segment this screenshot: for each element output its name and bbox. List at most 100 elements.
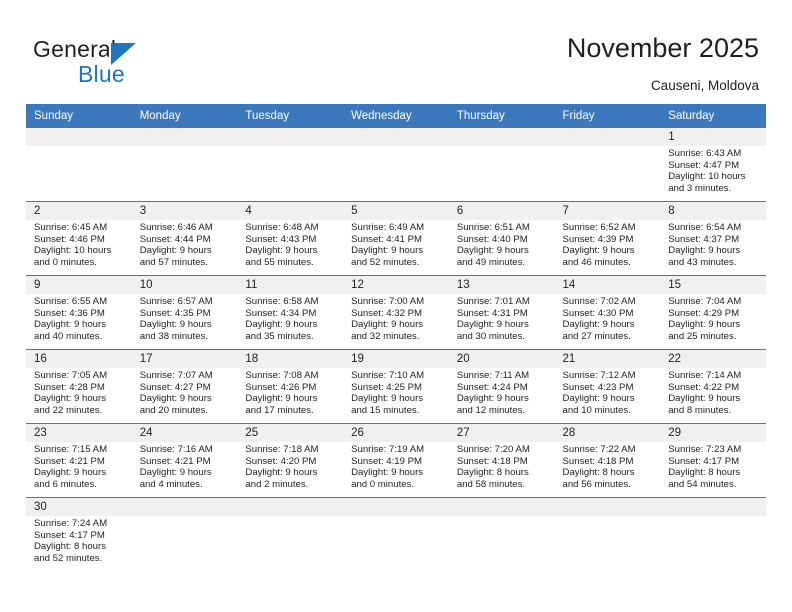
- day-box: 15 Sunrise: 7:04 AM Sunset: 4:29 PM Dayligh…: [660, 276, 766, 349]
- sunrise-text: Sunrise: 7:08 AM: [245, 370, 319, 381]
- day-sun-info: Sunrise: 6:55 AM Sunset: 4:36 PM Daylight:…: [26, 294, 132, 342]
- calendar-cell-day[interactable]: 10 Sunrise: 6:57 AM Sunset: 4:35 PM Dayligh…: [131, 275, 238, 350]
- calendar-cell-day[interactable]: 6 Sunrise: 6:51 AM Sunset: 4:40 PM Daylight…: [448, 201, 555, 276]
- weekday-header-saturday: Saturday: [660, 104, 766, 128]
- sunrise-text: Sunrise: 6:58 AM: [245, 296, 319, 307]
- calendar-cell-day[interactable]: 20 Sunrise: 7:11 AM Sunset: 4:24 PM Dayligh…: [448, 349, 555, 424]
- calendar-cell-empty: [237, 497, 344, 571]
- day-sun-info: Sunrise: 7:00 AM Sunset: 4:32 PM Daylight:…: [343, 294, 449, 342]
- sunset-text: Sunset: 4:30 PM: [562, 307, 634, 319]
- calendar-cell-day[interactable]: 23 Sunrise: 7:15 AM Sunset: 4:21 PM Dayligh…: [26, 423, 132, 498]
- sunrise-text: Sunrise: 7:02 AM: [562, 296, 636, 307]
- calendar-cell-day[interactable]: 25 Sunrise: 7:18 AM Sunset: 4:20 PM Dayligh…: [237, 423, 344, 498]
- day-box: 7 Sunrise: 6:52 AM Sunset: 4:39 PM Daylight…: [554, 202, 661, 275]
- day-sun-info: Sunrise: 6:46 AM Sunset: 4:44 PM Daylight:…: [132, 220, 238, 268]
- calendar-cell-day[interactable]: 29 Sunrise: 7:23 AM Sunset: 4:17 PM Dayligh…: [660, 423, 766, 498]
- day-sun-info: Sunrise: 7:15 AM Sunset: 4:21 PM Daylight:…: [26, 442, 132, 490]
- day-number: 7: [554, 202, 661, 220]
- daylight-text-line1: Daylight: 9 hours: [245, 393, 318, 405]
- calendar-week-row: 30 Sunrise: 7:24 AM Sunset: 4:17 PM Dayligh…: [26, 497, 766, 571]
- day-box-empty: [343, 128, 449, 201]
- calendar-cell-day[interactable]: 5 Sunrise: 6:49 AM Sunset: 4:41 PM Daylight…: [343, 201, 449, 276]
- day-number: 17: [131, 350, 238, 368]
- day-number: 24: [131, 424, 238, 442]
- sunrise-text: Sunrise: 7:12 AM: [562, 370, 636, 381]
- day-number: 22: [660, 350, 766, 368]
- day-number: 21: [554, 350, 661, 368]
- calendar-cell-day[interactable]: 11 Sunrise: 6:58 AM Sunset: 4:34 PM Dayligh…: [237, 275, 344, 350]
- calendar-cell-day[interactable]: 16 Sunrise: 7:05 AM Sunset: 4:28 PM Dayligh…: [26, 349, 132, 424]
- daylight-text-line1: Daylight: 9 hours: [245, 467, 318, 479]
- calendar-cell-empty: [131, 128, 238, 202]
- calendar-cell-day[interactable]: 12 Sunrise: 7:00 AM Sunset: 4:32 PM Dayligh…: [343, 275, 449, 350]
- day-number: 13: [448, 276, 555, 294]
- daylight-text-line2: and 6 minutes.: [34, 478, 97, 490]
- calendar-cell-day[interactable]: 18 Sunrise: 7:08 AM Sunset: 4:26 PM Dayligh…: [237, 349, 344, 424]
- day-number: 8: [660, 202, 766, 220]
- daylight-text-line1: Daylight: 9 hours: [456, 393, 529, 405]
- day-number: 6: [448, 202, 555, 220]
- calendar-cell-day[interactable]: 26 Sunrise: 7:19 AM Sunset: 4:19 PM Dayligh…: [343, 423, 449, 498]
- daylight-text-line2: and 20 minutes.: [139, 404, 208, 416]
- weekday-header-wednesday: Wednesday: [343, 104, 449, 128]
- sunset-text: Sunset: 4:26 PM: [245, 381, 317, 393]
- day-number: 15: [660, 276, 766, 294]
- calendar-cell-day[interactable]: 14 Sunrise: 7:02 AM Sunset: 4:30 PM Dayligh…: [554, 275, 661, 350]
- day-number-placeholder: [660, 498, 766, 516]
- sunset-text: Sunset: 4:31 PM: [456, 307, 528, 319]
- calendar-week-row: 16 Sunrise: 7:05 AM Sunset: 4:28 PM Dayligh…: [26, 349, 766, 424]
- weekday-header-friday: Friday: [554, 104, 661, 128]
- daylight-text-line1: Daylight: 8 hours: [34, 541, 106, 553]
- day-box-empty: [237, 498, 344, 571]
- calendar-cell-day[interactable]: 22 Sunrise: 7:14 AM Sunset: 4:22 PM Dayligh…: [660, 349, 766, 424]
- daylight-text-line1: Daylight: 9 hours: [562, 245, 635, 257]
- daylight-text-line2: and 22 minutes.: [34, 404, 103, 416]
- calendar-cell-day[interactable]: 27 Sunrise: 7:20 AM Sunset: 4:18 PM Dayligh…: [448, 423, 555, 498]
- daylight-text-line2: and 12 minutes.: [456, 404, 526, 416]
- daylight-text-line2: and 0 minutes.: [34, 256, 97, 268]
- calendar-cell-day[interactable]: 19 Sunrise: 7:10 AM Sunset: 4:25 PM Dayligh…: [343, 349, 449, 424]
- calendar-cell-day[interactable]: 13 Sunrise: 7:01 AM Sunset: 4:31 PM Dayligh…: [448, 275, 555, 350]
- daylight-text-line2: and 27 minutes.: [562, 330, 631, 342]
- calendar-cell-day[interactable]: 30 Sunrise: 7:24 AM Sunset: 4:17 PM Dayligh…: [26, 497, 132, 571]
- daylight-text-line2: and 17 minutes.: [245, 404, 314, 416]
- calendar-cell-day[interactable]: 15 Sunrise: 7:04 AM Sunset: 4:29 PM Dayligh…: [660, 275, 766, 350]
- general-blue-logo[interactable]: General Blue: [33, 36, 213, 92]
- day-number: 26: [343, 424, 449, 442]
- day-number: 5: [343, 202, 449, 220]
- calendar-cell-day[interactable]: 4 Sunrise: 6:48 AM Sunset: 4:43 PM Daylight…: [237, 201, 344, 276]
- calendar-cell-day[interactable]: 1 Sunrise: 6:43 AM Sunset: 4:47 PM Daylight…: [660, 128, 766, 202]
- daylight-text-line2: and 56 minutes.: [562, 478, 631, 490]
- day-number: 19: [343, 350, 449, 368]
- calendar-cell-day[interactable]: 9 Sunrise: 6:55 AM Sunset: 4:36 PM Daylight…: [26, 275, 132, 350]
- calendar-cell-day[interactable]: 28 Sunrise: 7:22 AM Sunset: 4:18 PM Dayligh…: [554, 423, 661, 498]
- calendar-cell-day[interactable]: 8 Sunrise: 6:54 AM Sunset: 4:37 PM Daylight…: [660, 201, 766, 276]
- day-box: 3 Sunrise: 6:46 AM Sunset: 4:44 PM Daylight…: [131, 202, 238, 275]
- calendar-body: 1 Sunrise: 6:43 AM Sunset: 4:47 PM Daylight…: [26, 128, 766, 571]
- day-number: 2: [26, 202, 132, 220]
- day-box: 21 Sunrise: 7:12 AM Sunset: 4:23 PM Dayligh…: [554, 350, 661, 423]
- day-sun-info: Sunrise: 6:58 AM Sunset: 4:34 PM Daylight:…: [237, 294, 343, 342]
- sunset-text: Sunset: 4:44 PM: [139, 233, 211, 245]
- calendar-cell-day[interactable]: 2 Sunrise: 6:45 AM Sunset: 4:46 PM Daylight…: [26, 201, 132, 276]
- day-sun-info: Sunrise: 7:10 AM Sunset: 4:25 PM Daylight:…: [343, 368, 449, 416]
- sunset-text: Sunset: 4:39 PM: [562, 233, 634, 245]
- page-title: November 2025: [566, 33, 759, 63]
- day-number: 29: [660, 424, 766, 442]
- daylight-text-line1: Daylight: 9 hours: [562, 393, 635, 405]
- day-number-placeholder: [448, 128, 555, 146]
- calendar-cell-day[interactable]: 17 Sunrise: 7:07 AM Sunset: 4:27 PM Dayligh…: [131, 349, 238, 424]
- day-box: 18 Sunrise: 7:08 AM Sunset: 4:26 PM Dayligh…: [237, 350, 344, 423]
- day-sun-info: Sunrise: 7:20 AM Sunset: 4:18 PM Daylight:…: [449, 442, 555, 490]
- day-sun-info: Sunrise: 6:45 AM Sunset: 4:46 PM Daylight:…: [26, 220, 132, 268]
- day-sun-info: Sunrise: 6:57 AM Sunset: 4:35 PM Daylight:…: [132, 294, 238, 342]
- calendar-cell-day[interactable]: 24 Sunrise: 7:16 AM Sunset: 4:21 PM Dayligh…: [131, 423, 238, 498]
- calendar-cell-day[interactable]: 7 Sunrise: 6:52 AM Sunset: 4:39 PM Daylight…: [554, 201, 661, 276]
- daylight-text-line2: and 3 minutes.: [668, 182, 732, 194]
- day-number-placeholder: [343, 498, 449, 516]
- day-sun-info: Sunrise: 7:11 AM Sunset: 4:24 PM Daylight:…: [449, 368, 555, 416]
- calendar-cell-day[interactable]: 3 Sunrise: 6:46 AM Sunset: 4:44 PM Daylight…: [131, 201, 238, 276]
- sunrise-text: Sunrise: 7:16 AM: [139, 444, 213, 455]
- calendar-cell-day[interactable]: 21 Sunrise: 7:12 AM Sunset: 4:23 PM Dayligh…: [554, 349, 661, 424]
- daylight-text-line2: and 57 minutes.: [139, 256, 208, 268]
